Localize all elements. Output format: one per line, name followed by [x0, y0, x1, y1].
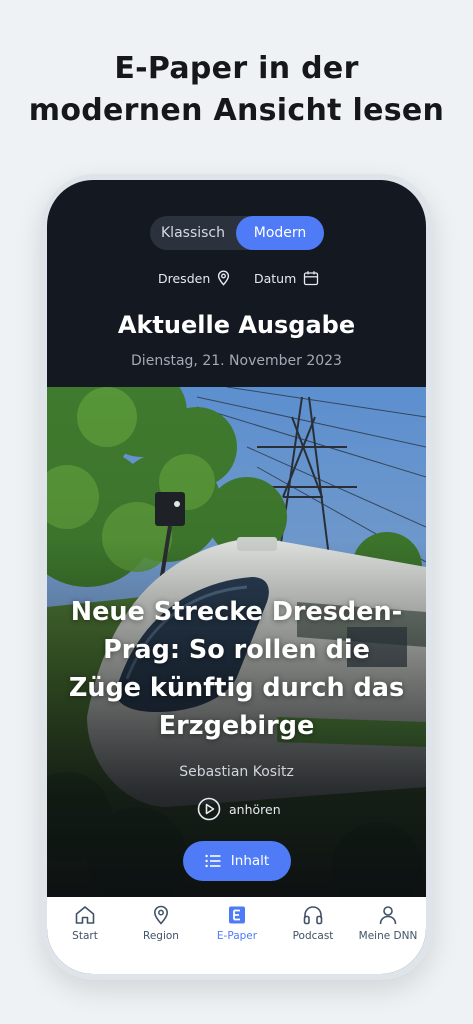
listen-button[interactable]: anhören: [197, 796, 281, 822]
article-hero[interactable]: Neue Strecke Dresden-Prag: So rollen die…: [47, 387, 426, 897]
contents-button[interactable]: Inhalt: [183, 841, 291, 881]
promo-headline: E-Paper in der modernen Ansicht lesen: [0, 48, 473, 132]
epaper-icon: [229, 906, 245, 924]
city-filter-label: Dresden: [158, 270, 211, 286]
article-title[interactable]: Neue Strecke Dresden-Prag: So rollen die…: [63, 593, 410, 745]
tab-meine-dnn-label: Meine DNN: [358, 930, 418, 942]
tab-podcast[interactable]: Podcast: [275, 905, 351, 949]
tab-epaper[interactable]: E-Paper: [199, 905, 275, 949]
headphones-icon: [303, 906, 323, 925]
contents-label: Inhalt: [230, 853, 270, 869]
location-pin-icon: [218, 270, 230, 286]
listen-label: anhören: [229, 801, 281, 817]
issue-title: Aktuelle Ausgabe: [117, 311, 356, 339]
home-icon: [75, 906, 95, 924]
tab-region-label: Region: [143, 930, 179, 942]
user-icon: [379, 906, 397, 925]
issue-date: Dienstag, 21. November 2023: [131, 353, 342, 369]
list-icon: [205, 854, 221, 868]
tab-meine-dnn[interactable]: Meine DNN: [350, 905, 426, 949]
date-filter-label: Datum: [254, 270, 297, 286]
date-filter[interactable]: Datum: [254, 267, 319, 289]
phone-screen: Klassisch Modern Dresden Datum Aktuelle …: [47, 180, 426, 974]
filter-row: Dresden Datum: [47, 267, 426, 289]
tab-podcast-label: Podcast: [292, 930, 334, 942]
tab-epaper-label: E-Paper: [216, 930, 258, 942]
toggle-klassisch[interactable]: Klassisch: [150, 216, 236, 250]
tab-region[interactable]: Region: [123, 905, 199, 949]
view-toggle: Klassisch Modern: [150, 216, 324, 250]
calendar-icon: [304, 271, 319, 286]
toggle-modern[interactable]: Modern: [236, 216, 324, 250]
promo-line-2: modernen Ansicht lesen: [28, 93, 445, 128]
bottom-tab-bar: Start Region E-Paper Podcast Meine DNN: [47, 897, 426, 974]
tab-start[interactable]: Start: [47, 905, 123, 949]
promo-line-1: E-Paper in der: [114, 51, 359, 86]
location-pin-icon: [153, 905, 169, 925]
city-filter[interactable]: Dresden: [158, 267, 230, 289]
article-author: Sebastian Kositz: [179, 764, 294, 780]
play-circle-icon: [197, 797, 221, 821]
tab-start-label: Start: [72, 930, 98, 942]
